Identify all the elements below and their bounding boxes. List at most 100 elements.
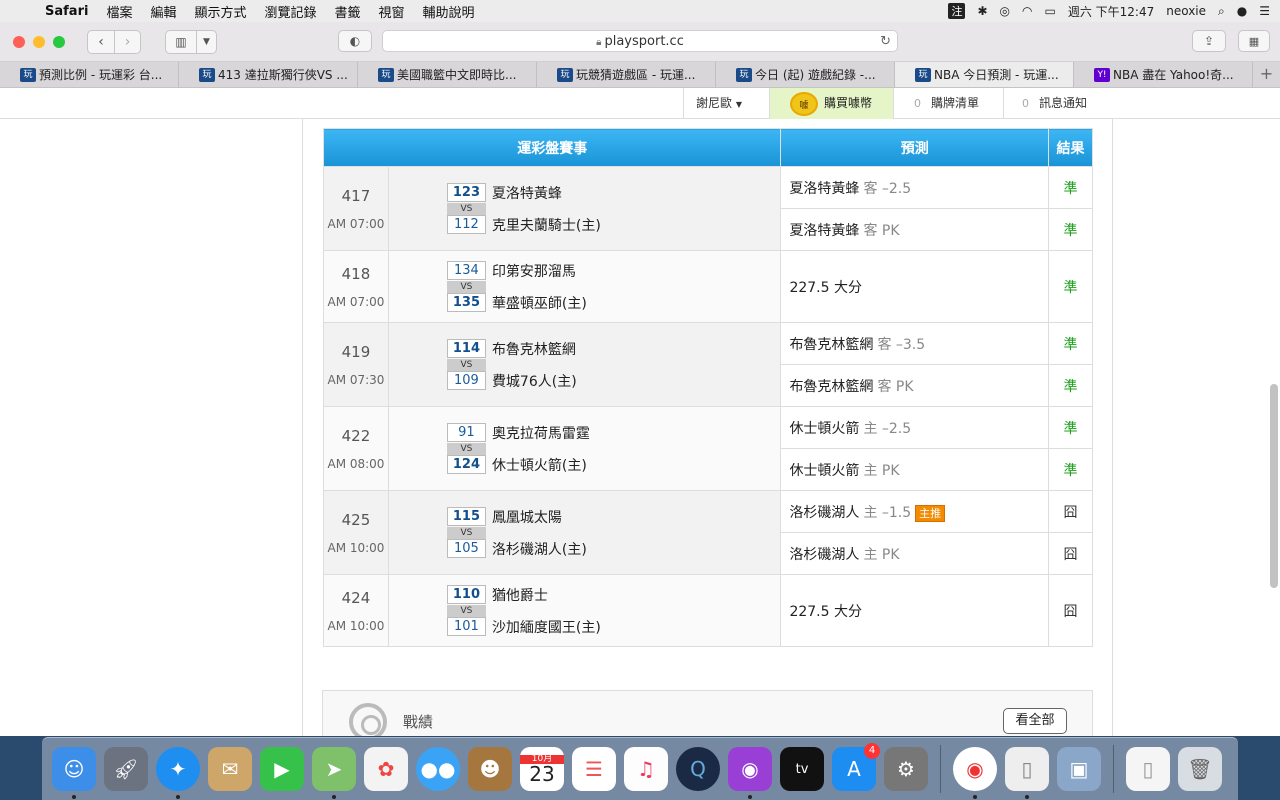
game-time: AM 07:00 — [327, 216, 385, 231]
chevron-down-icon[interactable]: ▼ — [196, 30, 216, 53]
system-preferences-icon[interactable]: ⚙ — [884, 747, 928, 791]
away-score: 115 — [446, 507, 486, 526]
menu-bookmarks[interactable]: 書籤 — [326, 2, 370, 21]
preview-icon[interactable]: ▣ — [1057, 747, 1101, 791]
spotlight-search-icon[interactable]: ⌕ — [1218, 4, 1225, 19]
vs-label: VS — [446, 526, 486, 539]
cart-link[interactable]: 0 購牌清單 — [893, 88, 1003, 119]
home-team-name[interactable]: 費城76人(主) — [492, 371, 577, 391]
menu-file[interactable]: 檔案 — [97, 2, 141, 21]
right-sidebar — [1112, 88, 1280, 736]
menu-view[interactable]: 顯示方式 — [185, 2, 255, 21]
chrome-icon[interactable]: ◉ — [953, 747, 997, 799]
result-correct: 準 — [1048, 250, 1093, 323]
result-correct: 準 — [1048, 448, 1093, 491]
prediction-pick: 休士頓火箭 — [789, 420, 860, 437]
prediction-pick: 227.5 大分 — [789, 603, 862, 620]
sidebar-icon[interactable]: ▥ — [166, 31, 196, 53]
tab-overview-button[interactable]: ▦ — [1238, 30, 1270, 52]
game-time: AM 10:00 — [327, 618, 385, 633]
battery-icon[interactable]: ▭ — [1044, 4, 1055, 18]
browser-tab[interactable]: 玩 413 達拉斯獨行俠VS ... — [179, 62, 358, 87]
notifications-link[interactable]: 0 訊息通知 — [1003, 88, 1113, 119]
vs-label: VS — [446, 604, 486, 617]
away-team-name[interactable]: 奧克拉荷馬雷霆 — [492, 423, 590, 443]
browser-tab[interactable]: 玩玩競猜遊戲區 - 玩運... — [537, 62, 716, 87]
music-icon[interactable]: ♫ — [624, 747, 668, 791]
matchup: 91 奧克拉荷馬雷霆 VS 124 休士頓火箭(主) — [389, 423, 781, 475]
maps-icon[interactable]: ➤ — [312, 747, 356, 799]
buy-coins-button[interactable]: 噱購買噱幣 — [769, 88, 893, 119]
privacy-shield-button[interactable]: ◐ — [338, 30, 372, 52]
quicktime-icon[interactable]: Q — [676, 747, 720, 791]
app-store-icon[interactable]: A4 — [832, 743, 880, 791]
contacts-icon[interactable]: ☻ — [468, 747, 512, 791]
featured-badge: 主推 — [915, 504, 946, 522]
clock-label[interactable]: 週六 下午12:47 — [1068, 3, 1154, 20]
menu-app-safari[interactable]: Safari — [36, 4, 97, 19]
menu-help[interactable]: 輔助說明 — [414, 2, 484, 21]
reload-icon[interactable]: ↻ — [880, 31, 891, 52]
table-header-row: 運彩盤賽事 預測 結果 — [322, 128, 1093, 167]
minimize-window-button[interactable] — [33, 35, 45, 48]
view-all-button[interactable]: 看全部 — [1003, 708, 1067, 734]
away-team-name[interactable]: 夏洛特黃蜂 — [492, 183, 562, 203]
menu-edit[interactable]: 編輯 — [141, 2, 185, 21]
home-team-name[interactable]: 克里夫蘭騎士(主) — [492, 215, 601, 235]
home-team-name[interactable]: 洛杉磯湖人(主) — [492, 539, 587, 559]
input-method-indicator[interactable]: 注 — [948, 3, 966, 19]
home-team-name[interactable]: 休士頓火箭(主) — [492, 455, 587, 475]
favicon-icon: 玩 — [736, 67, 752, 82]
finder-icon[interactable]: ☺ — [52, 747, 96, 799]
away-team-name[interactable]: 鳳凰城太陽 — [492, 507, 562, 527]
safari-icon[interactable]: ✦ — [156, 747, 200, 799]
vs-label: VS — [446, 358, 486, 371]
bluetooth-icon[interactable]: ✱ — [977, 4, 987, 18]
messages-icon[interactable]: ●● — [416, 747, 460, 791]
forward-button[interactable]: › — [114, 30, 140, 53]
tab-title: NBA 盡在 Yahoo!奇... — [1113, 68, 1234, 82]
back-button[interactable]: ‹ — [88, 31, 114, 53]
close-window-button[interactable] — [13, 35, 25, 48]
photos-icon[interactable]: ✿ — [364, 747, 408, 791]
podcasts-icon[interactable]: ◉ — [728, 747, 772, 799]
share-button[interactable]: ⇪ — [1192, 30, 1226, 52]
cast-icon[interactable]: ◎ — [1000, 4, 1010, 18]
browser-tab[interactable]: Y! NBA 盡在 Yahoo!奇... — [1074, 62, 1253, 87]
facetime-icon[interactable]: ▶ — [260, 747, 304, 791]
target-icon — [349, 703, 387, 736]
browser-tab[interactable]: 玩美國職籃中文即時比... — [358, 62, 537, 87]
fullscreen-window-button[interactable] — [53, 35, 65, 48]
user-name[interactable]: neoxie — [1166, 4, 1206, 18]
game-number: 425 — [341, 510, 371, 529]
launchpad-icon[interactable]: 🚀︎ — [104, 747, 148, 791]
away-team-name[interactable]: 布魯克林籃網 — [492, 339, 576, 359]
menu-history[interactable]: 瀏覽記錄 — [255, 2, 325, 21]
page-scrollbar[interactable] — [1270, 384, 1278, 588]
trash-icon[interactable]: 🗑︎ — [1178, 747, 1222, 791]
downloads-stack-icon[interactable]: ▯ — [1126, 747, 1170, 791]
user-menu[interactable]: 謝尼歐 ▼ — [683, 88, 769, 119]
record-title: 戰績 — [403, 713, 434, 731]
mail-icon[interactable]: ✉ — [208, 747, 252, 791]
coin-icon: 噱 — [790, 91, 818, 116]
browser-tab[interactable]: 玩預測比例 - 玩運彩 台... — [0, 62, 179, 87]
tv-icon[interactable]: tv — [780, 747, 824, 791]
siri-icon[interactable]: ● — [1237, 4, 1247, 18]
browser-tab[interactable]: 玩今日 (起) 遊戲紀錄 -... — [716, 62, 895, 87]
away-team-name[interactable]: 猶他爵士 — [492, 585, 548, 605]
home-team-name[interactable]: 沙加緬度國王(主) — [492, 617, 601, 637]
favicon-icon: 玩 — [915, 67, 931, 82]
game-number-cell: 424 AM 10:00 — [323, 574, 389, 647]
new-tab-button[interactable]: + — [1253, 62, 1280, 87]
address-bar[interactable]: 🔒︎ playsport.cc ↻ — [382, 30, 898, 52]
document-icon[interactable]: ▯ — [1005, 747, 1049, 799]
reminders-icon[interactable]: ☰ — [572, 747, 616, 791]
calendar-icon[interactable]: 10月 23 — [520, 747, 564, 791]
away-team-name[interactable]: 印第安那溜馬 — [492, 261, 576, 281]
wifi-icon[interactable]: ◠ — [1022, 4, 1032, 18]
home-team-name[interactable]: 華盛頓巫師(主) — [492, 293, 587, 313]
notification-center-icon[interactable]: ☰ — [1259, 4, 1270, 18]
browser-tab-active[interactable]: 玩 NBA 今日預測 - 玩運... — [895, 62, 1074, 87]
menu-window[interactable]: 視窗 — [370, 2, 414, 21]
